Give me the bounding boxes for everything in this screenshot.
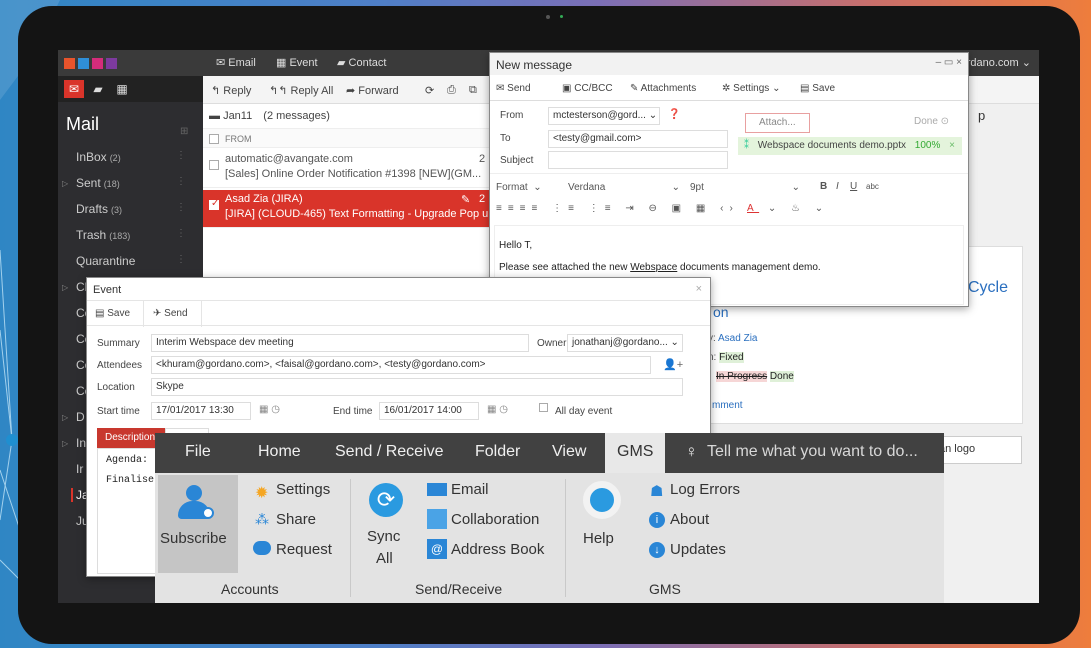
group-separator xyxy=(565,479,566,597)
help-icon xyxy=(583,481,621,519)
ribbon-body: Subscribe ✹ Settings ⁂ Share Request Acc… xyxy=(155,473,944,603)
settings-icon: ✹ xyxy=(255,485,269,502)
log-errors-button[interactable]: Log Errors xyxy=(670,481,740,498)
tablet-screen: ✉ Email ▦ Event ▰ Contact ordano.com ⌄ ✉… xyxy=(58,50,1039,603)
sync-all-label-2[interactable]: All xyxy=(376,550,393,567)
updates-icon: ↓ xyxy=(649,542,665,558)
about-button[interactable]: About xyxy=(670,511,709,528)
log-errors-icon: ☗ xyxy=(650,483,664,500)
email-icon xyxy=(427,483,447,496)
tab-folder[interactable]: Folder xyxy=(475,443,520,461)
sync-all-icon: ⟳ xyxy=(369,483,403,517)
tablet-camera-light xyxy=(560,15,563,18)
subscribe-button[interactable]: Subscribe xyxy=(158,475,238,573)
subscribe-label: Subscribe xyxy=(160,530,227,547)
email-button[interactable]: Email xyxy=(451,481,489,498)
address-book-icon: @ xyxy=(427,539,447,559)
tab-view[interactable]: View xyxy=(552,443,586,461)
ribbon-overlay: File Home Send / Receive Folder View GMS… xyxy=(58,50,1039,603)
tab-gms[interactable]: GMS xyxy=(605,433,666,473)
group-send-receive: Send/Receive xyxy=(415,581,503,597)
about-icon: i xyxy=(649,512,665,528)
help-button[interactable]: Help xyxy=(583,530,614,547)
settings-button[interactable]: Settings xyxy=(276,481,330,498)
updates-button[interactable]: Updates xyxy=(670,541,726,558)
tell-me-search[interactable]: Tell me what you want to do... xyxy=(707,443,918,461)
share-button[interactable]: Share xyxy=(276,511,316,528)
lightbulb-icon: ♀ xyxy=(685,442,698,461)
group-gms: GMS xyxy=(649,581,681,597)
collaboration-icon xyxy=(427,509,447,529)
ribbon-tab-bar: File Home Send / Receive Folder View GMS… xyxy=(155,433,944,473)
tab-send-receive[interactable]: Send / Receive xyxy=(335,443,444,461)
tab-file[interactable]: File xyxy=(185,443,211,461)
tab-home[interactable]: Home xyxy=(258,443,301,461)
address-book-button[interactable]: Address Book xyxy=(451,541,544,558)
subscribe-icon xyxy=(186,485,202,501)
request-icon xyxy=(253,541,271,555)
group-separator xyxy=(350,479,351,597)
share-icon: ⁂ xyxy=(255,511,269,527)
collaboration-button[interactable]: Collaboration xyxy=(451,511,539,528)
group-accounts: Accounts xyxy=(221,581,279,597)
request-button[interactable]: Request xyxy=(276,541,332,558)
tablet-camera xyxy=(546,15,550,19)
sync-all-label-1[interactable]: Sync xyxy=(367,528,400,545)
subscribe-icon-badge xyxy=(202,507,214,519)
